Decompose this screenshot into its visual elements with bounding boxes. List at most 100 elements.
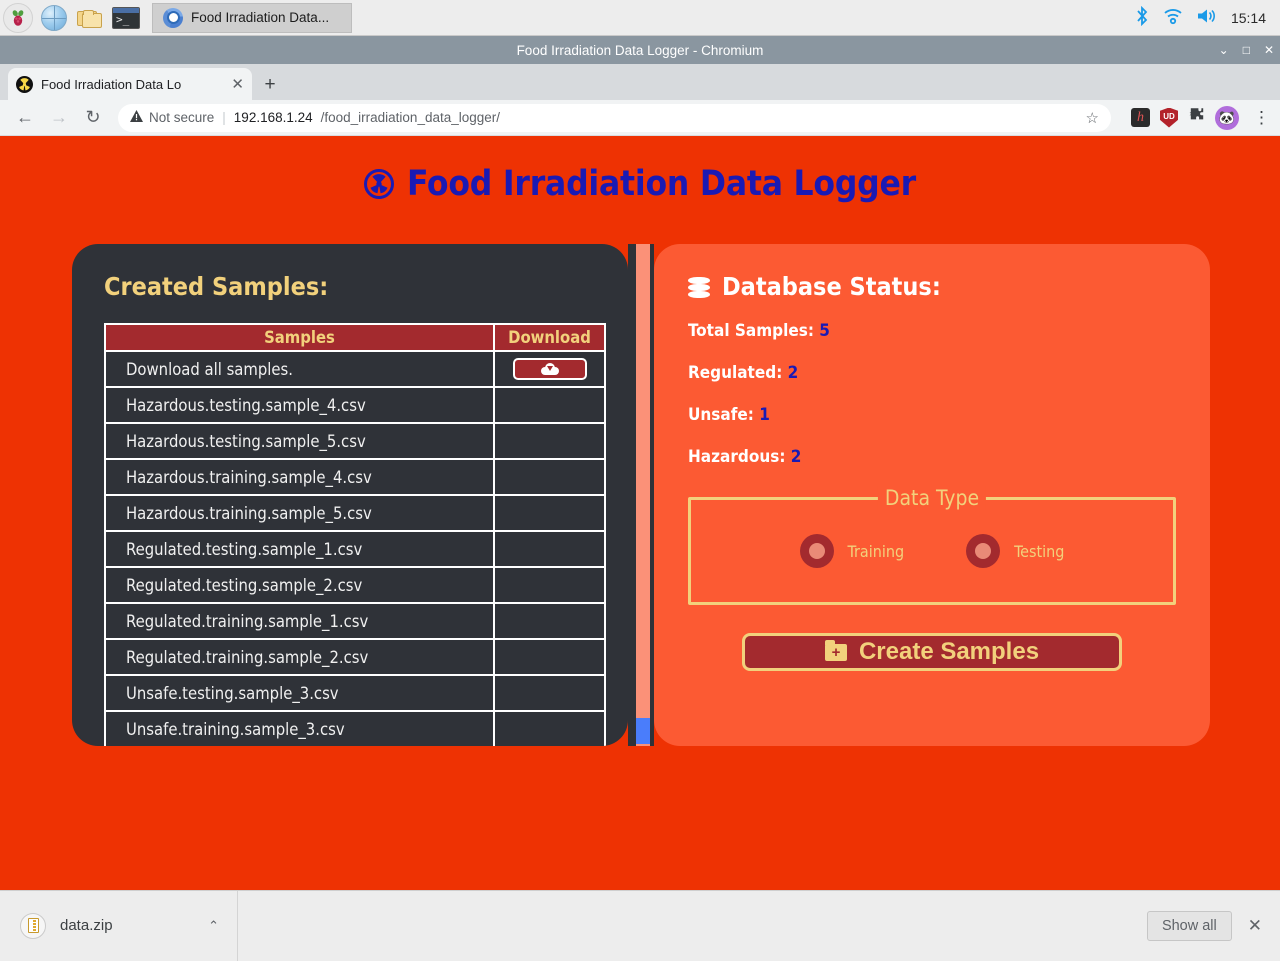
forward-button[interactable]: →	[44, 103, 74, 133]
samples-table-body: Download all samples. Hazardous.testing.…	[105, 351, 605, 746]
browser-toolbar: ← → ↻ Not secure | 192.168.1.24 /food_ir…	[0, 100, 1280, 136]
scrollbar-track[interactable]	[636, 244, 650, 746]
extensions-group: h UD 🐼	[1121, 106, 1249, 130]
taskbar-window-label: Food Irradiation Data...	[191, 10, 329, 25]
database-stat: Hazardous: 2	[688, 447, 1176, 467]
window-title-bar: Food Irradiation Data Logger - Chromium …	[0, 36, 1280, 64]
sample-download-cell	[494, 387, 605, 423]
radio-option-testing[interactable]: Testing	[966, 534, 1064, 568]
sample-download-cell	[494, 567, 605, 603]
page-scrollbar[interactable]	[628, 244, 654, 746]
sample-download-cell	[494, 459, 605, 495]
download-all-button[interactable]	[513, 358, 587, 380]
window-title-text: Food Irradiation Data Logger - Chromium	[517, 43, 764, 58]
database-stat-label: Hazardous:	[688, 447, 785, 467]
zip-file-icon	[20, 913, 46, 939]
window-close-button[interactable]: ✕	[1264, 44, 1274, 56]
radio-option-training[interactable]: Training	[800, 534, 905, 568]
database-stat-value: 1	[759, 405, 770, 425]
scrollbar-thumb[interactable]	[636, 718, 650, 744]
page-title-text: Food Irradiation Data Logger	[407, 164, 916, 204]
taskbar-clock[interactable]: 15:14	[1231, 10, 1266, 26]
database-status-panel: Database Status: Total Samples: 5Regulat…	[654, 244, 1210, 746]
volume-icon[interactable]	[1196, 7, 1218, 29]
tab-close-icon[interactable]: ✕	[231, 75, 244, 93]
download-item[interactable]: data.zip ⌃	[0, 891, 238, 961]
database-stat-label: Unsafe:	[688, 405, 754, 425]
show-all-button[interactable]: Show all	[1147, 911, 1232, 941]
table-row: Regulated.testing.sample_1.csv	[105, 531, 605, 567]
bookmark-star-icon[interactable]: ☆	[1086, 109, 1099, 127]
window-minimize-button[interactable]: ⌄	[1219, 44, 1229, 56]
sample-download-cell	[494, 495, 605, 531]
column-header-samples: Samples	[105, 324, 494, 351]
back-button[interactable]: ←	[10, 103, 40, 133]
shelf-close-icon[interactable]: ✕	[1248, 916, 1262, 936]
globe-icon	[41, 5, 67, 31]
ublock-extension-icon[interactable]: UD	[1160, 108, 1178, 128]
table-row: Unsafe.training.sample_3.csv	[105, 711, 605, 746]
reload-button[interactable]: ↻	[78, 103, 108, 133]
table-row: Hazardous.testing.sample_5.csv	[105, 423, 605, 459]
table-row: Regulated.training.sample_2.csv	[105, 639, 605, 675]
sample-download-cell	[494, 711, 605, 746]
folders-icon	[77, 7, 103, 29]
launcher-terminal[interactable]: >_	[108, 0, 144, 36]
profile-avatar[interactable]: 🐼	[1215, 106, 1239, 130]
page-viewport: Food Irradiation Data Logger Created Sam…	[0, 136, 1280, 890]
database-stat: Regulated: 2	[688, 363, 1176, 383]
database-stat: Unsafe: 1	[688, 405, 1176, 425]
download-shelf: data.zip ⌃ Show all ✕	[0, 890, 1280, 960]
table-row: Regulated.testing.sample_2.csv	[105, 567, 605, 603]
sample-download-cell	[494, 531, 605, 567]
extensions-puzzle-icon[interactable]	[1188, 107, 1205, 129]
samples-table: Samples Download Download all samples.	[104, 323, 606, 746]
security-label: Not secure	[149, 110, 214, 125]
database-stat-value: 2	[788, 363, 799, 383]
table-row: Hazardous.testing.sample_4.csv	[105, 387, 605, 423]
radio-training-input[interactable]	[800, 534, 834, 568]
window-controls: ⌄ □ ✕	[1219, 36, 1274, 64]
browser-tab[interactable]: Food Irradiation Data Lo ✕	[8, 68, 252, 100]
table-row: Hazardous.training.sample_5.csv	[105, 495, 605, 531]
sample-file-name: Hazardous.testing.sample_4.csv	[105, 387, 494, 423]
system-taskbar: >_ Food Irradiation Data... 15:14	[0, 0, 1280, 36]
launcher-web-browser[interactable]	[36, 0, 72, 36]
data-type-legend: Data Type	[878, 486, 986, 510]
radiation-icon	[364, 169, 394, 199]
launcher-file-manager[interactable]	[72, 0, 108, 36]
url-path: /food_irradiation_data_logger/	[321, 110, 500, 125]
radiation-favicon-icon	[16, 76, 33, 93]
sample-file-name: Unsafe.training.sample_3.csv	[105, 711, 494, 746]
database-stat-value: 5	[819, 321, 830, 341]
wifi-icon[interactable]	[1163, 7, 1183, 29]
cloud-download-icon	[541, 363, 559, 375]
radio-testing-input[interactable]	[966, 534, 1000, 568]
radio-training-label: Training	[848, 542, 905, 561]
taskbar-window-button[interactable]: Food Irradiation Data...	[152, 3, 352, 33]
new-tab-button[interactable]: +	[258, 73, 282, 97]
data-type-fieldset: Data Type Training Testing	[688, 497, 1176, 605]
browser-menu-button[interactable]: ⋮	[1253, 108, 1270, 128]
table-header-row: Samples Download	[105, 324, 605, 351]
url-host: 192.168.1.24	[234, 110, 313, 125]
chevron-up-icon[interactable]: ⌃	[208, 918, 219, 934]
terminal-icon: >_	[112, 7, 140, 29]
security-status[interactable]: Not secure	[130, 110, 214, 125]
window-maximize-button[interactable]: □	[1243, 44, 1250, 56]
address-bar[interactable]: Not secure | 192.168.1.24 /food_irradiat…	[118, 104, 1111, 132]
shelf-actions: Show all ✕	[1147, 911, 1280, 941]
create-samples-button[interactable]: + Create Samples	[742, 633, 1122, 671]
page-title: Food Irradiation Data Logger	[0, 136, 1280, 204]
sample-file-name: Hazardous.training.sample_4.csv	[105, 459, 494, 495]
launcher-raspberry-menu[interactable]	[0, 0, 36, 36]
bluetooth-icon[interactable]	[1135, 6, 1150, 30]
raspberry-icon	[3, 3, 33, 33]
sample-download-cell	[494, 603, 605, 639]
table-row: Unsafe.testing.sample_3.csv	[105, 675, 605, 711]
terminal-prompt-glyph: >_	[116, 14, 129, 26]
h-extension-icon[interactable]: h	[1131, 108, 1150, 127]
chromium-icon	[163, 8, 183, 28]
created-samples-panel: Created Samples: Samples Download Downlo…	[72, 244, 628, 746]
warning-triangle-icon	[130, 110, 143, 125]
